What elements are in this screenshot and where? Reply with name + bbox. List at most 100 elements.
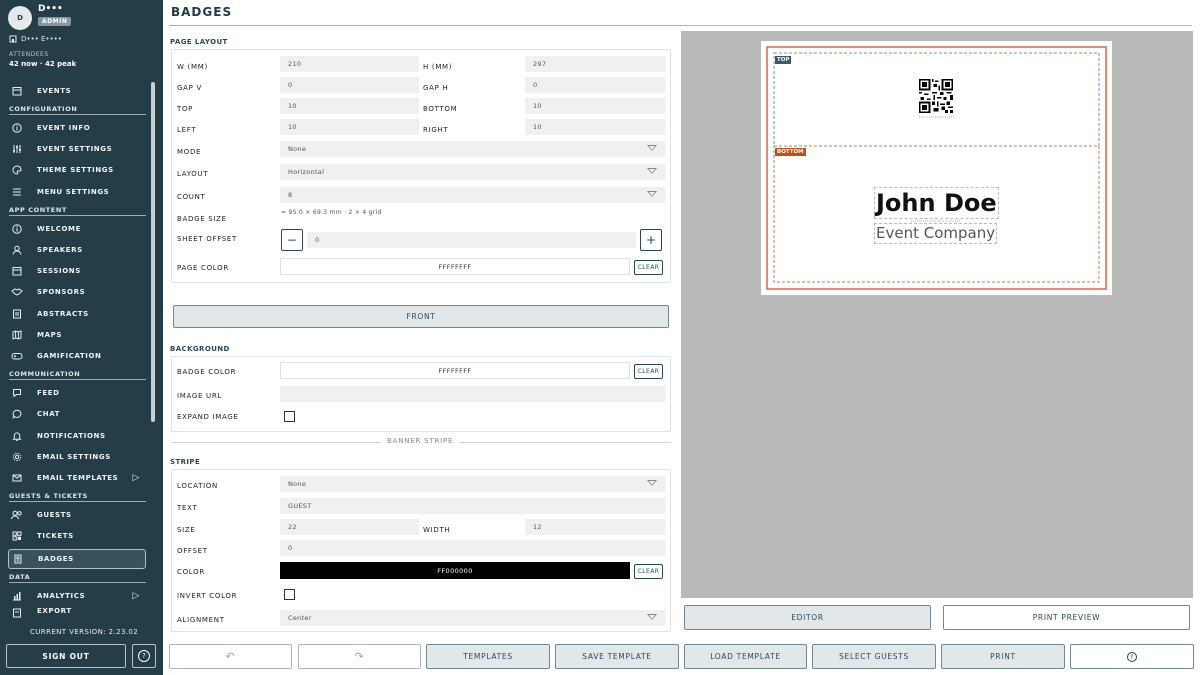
avatar[interactable]: D [8,6,32,30]
badge-color-clear-button[interactable]: CLEAR [634,364,663,379]
sidebar-item-email-settings[interactable]: EMAIL SETTINGS [8,447,146,467]
bottom-field[interactable]: 10 [525,98,665,114]
map-icon [11,329,23,341]
invert-color-label: INVERT COLOR [177,592,238,600]
image-url-field[interactable] [280,386,665,402]
sidebar-item-email-templates[interactable]: EMAIL TEMPLATES ▷ [8,468,146,488]
sidebar-item-label: EMAIL SETTINGS [37,453,111,461]
sidebar-item-chat[interactable]: CHAT [8,404,146,424]
left-field[interactable]: 10 [280,119,419,135]
sheet-offset-label: SHEET OFFSET [177,235,238,243]
chevron-down-icon [647,168,657,174]
save-template-button[interactable]: SAVE TEMPLATE [555,644,679,669]
stripe-offset-field[interactable]: 0 [280,540,665,556]
load-template-button[interactable]: LOAD TEMPLATE [684,644,807,669]
mode-select[interactable]: None [280,141,665,157]
help-button[interactable]: ? [132,644,156,668]
expand-image-label: EXPAND IMAGE [177,413,239,421]
sidebar-item-event-info[interactable]: EVENT INFO [8,118,146,138]
sidebar-item-feed[interactable]: FEED [8,383,146,403]
gap-h-field[interactable]: 0 [525,77,665,93]
location-value: None [288,480,307,488]
layout-select[interactable]: Horizontal [280,164,665,180]
width-field[interactable]: 210 [280,56,419,72]
sidebar-item-badges[interactable]: BADGES [8,549,146,569]
offset-label: OFFSET [177,547,208,555]
width-label: W (MM) [177,63,208,71]
qr-code [919,79,953,113]
sidebar-item-notifications[interactable]: NOTIFICATIONS [8,426,146,446]
badge-company-name[interactable]: Event Company [874,223,998,244]
width-stripe-label: WIDTH [423,526,451,534]
print-preview-button[interactable]: PRINT PREVIEW [943,605,1190,630]
invert-color-checkbox[interactable] [284,589,295,600]
stripe-width-field[interactable]: 12 [525,519,665,535]
stripe-text-field[interactable]: GUEST [280,498,665,514]
sidebar-item-label: EVENT SETTINGS [37,145,113,153]
redo-button[interactable]: ↷ [298,644,421,669]
chevron-right-icon: ▷ [132,591,140,601]
front-side-button[interactable]: FRONT [173,305,669,328]
sidebar-item-sponsors[interactable]: SPONSORS [8,282,146,302]
stripe-size-field[interactable]: 22 [280,519,419,535]
section-data: DATA [9,573,146,583]
badge-color-field[interactable]: FFFFFFFF [280,362,630,379]
ticket-icon [11,530,23,542]
app-root: D D••• ADMIN D••• E•••• ATTENDEES 42 now… [0,0,1200,675]
export-icon [11,607,23,619]
sign-out-button[interactable]: SIGN OUT [6,644,126,668]
sidebar: D D••• ADMIN D••• E•••• ATTENDEES 42 now… [0,0,163,675]
select-guests-button[interactable]: SELECT GUESTS [812,644,936,669]
height-field[interactable]: 297 [525,56,665,72]
sidebar-item-label: EVENTS [37,87,72,95]
gap-v-field[interactable]: 0 [280,77,419,93]
sidebar-item-guests[interactable]: GUESTS [8,505,146,525]
org-line[interactable]: D••• E•••• [9,35,62,43]
location-select[interactable]: None [280,476,665,492]
page-color-label: PAGE COLOR [177,264,229,272]
badge-sheet[interactable]: TOP BOTTOM John Doe Event Company [761,41,1112,295]
sidebar-item-export[interactable]: EXPORT [8,607,146,621]
right-label: RIGHT [423,126,449,134]
redo-icon: ↷ [354,650,365,663]
chevron-right-icon: ▷ [132,473,140,483]
editor-button[interactable]: EDITOR [684,605,931,630]
badge-help-button[interactable]: ? [1070,644,1194,669]
sidebar-item-label: GAMIFICATION [37,352,102,360]
decrement-button[interactable]: − [281,229,303,251]
page-color-field[interactable]: FFFFFFFF [280,258,630,275]
badge-preview-area: TOP BOTTOM John Doe Event Company [681,31,1193,598]
stripe-color-field[interactable]: FF000000 [280,562,630,579]
increment-button[interactable]: + [640,229,662,251]
sidebar-scrollbar[interactable] [151,82,155,422]
sheet-offset-field[interactable]: 0 [307,232,636,248]
building-icon [9,35,17,43]
undo-button[interactable]: ↶ [169,644,292,669]
sidebar-item-analytics[interactable]: ANALYTICS ▷ [8,586,146,606]
templates-button[interactable]: TEMPLATES [426,644,550,669]
count-select[interactable]: 8 [280,187,665,203]
alignment-select[interactable]: Center [280,610,665,626]
sidebar-item-abstracts[interactable]: ABSTRACTS [8,304,146,324]
right-field[interactable]: 10 [525,119,665,135]
sidebar-item-maps[interactable]: MAPS [8,325,146,345]
sidebar-item-welcome[interactable]: WELCOME [8,219,146,239]
badge-guest-name[interactable]: John Doe [874,187,999,219]
page-color-clear-button[interactable]: CLEAR [634,260,663,275]
sidebar-item-menu-settings[interactable]: MENU SETTINGS [8,182,146,202]
menu-icon [11,186,23,198]
sidebar-item-sessions[interactable]: SESSIONS [8,261,146,281]
sidebar-item-tickets[interactable]: TICKETS [8,526,146,546]
stripe-heading: STRIPE [170,458,201,466]
sidebar-item-event-settings[interactable]: EVENT SETTINGS [8,139,146,159]
sidebar-item-gamification[interactable]: GAMIFICATION [8,346,146,366]
print-button[interactable]: PRINT [941,644,1065,669]
sidebar-item-label: TICKETS [37,532,74,540]
stripe-color-clear-button[interactable]: CLEAR [634,564,663,579]
expand-image-checkbox[interactable] [284,411,295,422]
sidebar-item-events[interactable]: EVENTS [8,81,146,101]
sidebar-item-theme-settings[interactable]: THEME SETTINGS [8,160,146,180]
sidebar-item-speakers[interactable]: SPEAKERS [8,240,146,260]
top-field[interactable]: 10 [280,98,419,114]
handshake-icon [11,286,23,298]
